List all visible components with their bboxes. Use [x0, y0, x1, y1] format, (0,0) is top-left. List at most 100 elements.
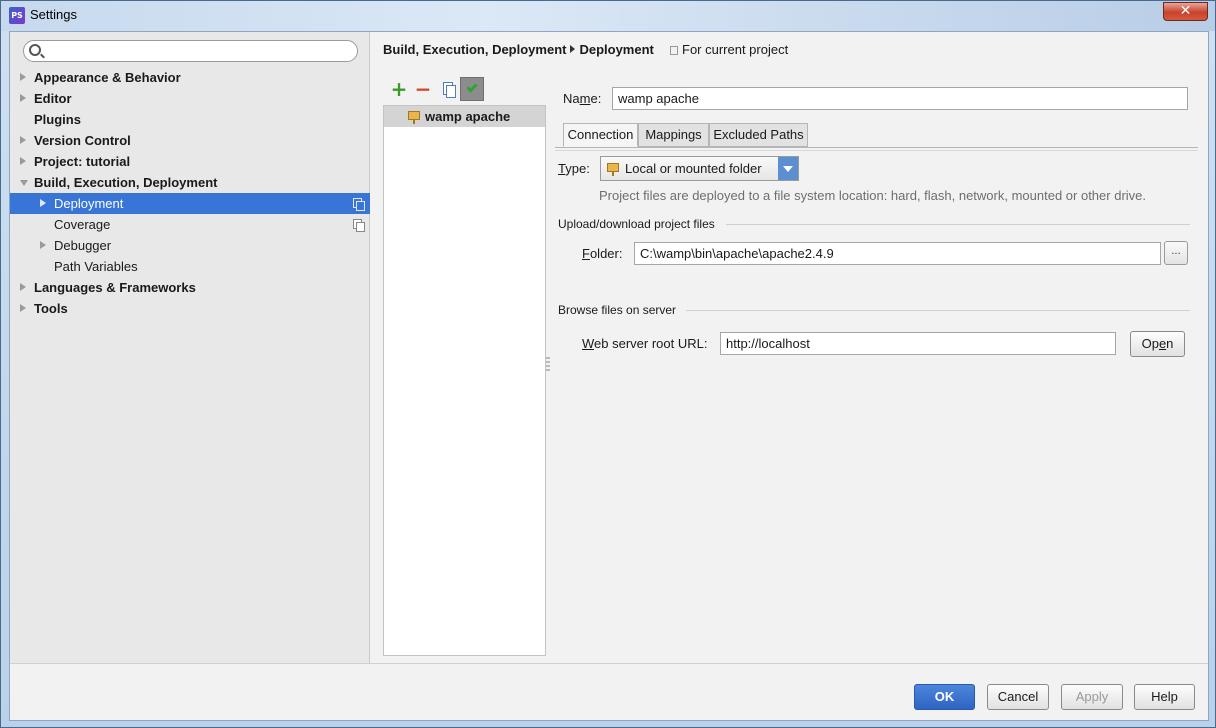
- project-scope-icon: [353, 198, 365, 211]
- footer-divider: [10, 663, 1208, 664]
- breadcrumb-current: Deployment: [579, 42, 654, 57]
- sidebar-item-label: Deployment: [54, 196, 124, 211]
- sidebar-item-label: Build, Execution, Deployment: [34, 175, 218, 190]
- settings-tree: Appearance & Behavior Editor Plugins Versio…: [10, 67, 370, 319]
- dialog-client-area: Appearance & Behavior Editor Plugins Versio…: [9, 31, 1209, 721]
- sidebar-item-label: Tools: [34, 301, 68, 316]
- chevron-right-icon[interactable]: [20, 157, 26, 165]
- sidebar-item-languages-frameworks[interactable]: Languages & Frameworks: [10, 277, 370, 298]
- sidebar-item-version-control[interactable]: Version Control: [10, 130, 370, 151]
- web-server-url-label: Web server root URL:: [582, 336, 707, 351]
- breadcrumb-parent[interactable]: Build, Execution, Deployment: [383, 42, 566, 57]
- chevron-right-icon[interactable]: [20, 73, 26, 81]
- sidebar-item-plugins[interactable]: Plugins: [10, 109, 370, 130]
- settings-window: PS Settings ✕ Appearance & Behavior Edito…: [0, 0, 1216, 728]
- sidebar-item-label: Debugger: [54, 238, 112, 253]
- folder-label-mnemonic: F: [582, 246, 590, 261]
- sidebar-item-path-variables[interactable]: Path Variables: [10, 256, 370, 277]
- type-label: Type:: [558, 161, 590, 176]
- browse-folder-button[interactable]: ...: [1164, 241, 1188, 265]
- tab-excluded-paths[interactable]: Excluded Paths: [709, 123, 808, 147]
- copy-icon-back: [446, 85, 456, 98]
- apply-button[interactable]: Apply: [1061, 684, 1123, 710]
- type-dropdown[interactable]: Local or mounted folder: [600, 156, 799, 181]
- copy-server-button[interactable]: [438, 78, 460, 100]
- chevron-right-icon[interactable]: [40, 241, 46, 249]
- web-server-url-input[interactable]: http://localhost: [720, 332, 1116, 355]
- sidebar-item-editor[interactable]: Editor: [10, 88, 370, 109]
- folder-server-icon: [408, 111, 420, 124]
- type-label-text: ype:: [565, 161, 590, 176]
- section-divider: [726, 224, 1190, 225]
- tab-mappings[interactable]: Mappings: [638, 123, 709, 147]
- title-bar[interactable]: PS Settings ✕: [1, 1, 1215, 31]
- chevron-down-icon[interactable]: [20, 180, 28, 186]
- name-label-mnemonic: m: [579, 91, 591, 106]
- sidebar-item-build-execution-deployment[interactable]: Build, Execution, Deployment: [10, 172, 370, 193]
- section-divider: [686, 310, 1190, 311]
- open-label: Op: [1141, 336, 1159, 351]
- sidebar-item-deployment[interactable]: Deployment: [10, 193, 370, 214]
- type-selected-value: Local or mounted folder: [625, 161, 762, 176]
- ok-button[interactable]: OK: [914, 684, 975, 710]
- sidebar-item-appearance-behavior[interactable]: Appearance & Behavior: [10, 67, 370, 88]
- tab-connection[interactable]: Connection: [563, 123, 638, 147]
- add-server-button[interactable]: +: [388, 78, 410, 100]
- scope-indicator: For current project: [670, 42, 788, 57]
- server-name: wamp apache: [425, 109, 511, 124]
- breadcrumb-arrow-icon: [570, 45, 576, 53]
- scope-label: For current project: [682, 42, 789, 57]
- window-title: Settings: [30, 7, 77, 22]
- sidebar-item-label: Editor: [34, 91, 72, 106]
- name-label-text: Na: [563, 91, 580, 106]
- url-label-text: eb server root URL:: [594, 336, 708, 351]
- project-scope-icon: [670, 46, 678, 55]
- chevron-right-icon[interactable]: [20, 304, 26, 312]
- server-list-item[interactable]: wamp apache: [384, 106, 545, 127]
- settings-search-field[interactable]: [23, 40, 358, 62]
- sidebar-item-debugger[interactable]: Debugger: [10, 235, 370, 256]
- chevron-right-icon[interactable]: [20, 283, 26, 291]
- folder-label: Folder:: [582, 246, 622, 261]
- chevron-right-icon[interactable]: [40, 199, 46, 207]
- open-label-end: n: [1166, 336, 1174, 351]
- use-as-default-button[interactable]: [460, 77, 484, 101]
- sidebar-item-project-tutorial[interactable]: Project: tutorial: [10, 151, 370, 172]
- help-button[interactable]: Help: [1134, 684, 1195, 710]
- sidebar-item-label: Project: tutorial: [34, 154, 131, 169]
- name-input[interactable]: wamp apache: [612, 87, 1188, 110]
- url-label-mnemonic: W: [582, 336, 595, 351]
- chevron-down-icon[interactable]: [778, 157, 798, 180]
- folder-label-text: older:: [589, 246, 623, 261]
- sidebar-item-tools[interactable]: Tools: [10, 298, 370, 319]
- window-close-button[interactable]: ✕: [1163, 2, 1208, 21]
- sidebar-item-label: Path Variables: [54, 259, 138, 274]
- folder-icon: [607, 163, 619, 176]
- chevron-right-icon[interactable]: [20, 136, 26, 144]
- remove-server-button[interactable]: −: [412, 78, 434, 100]
- upload-section-title: Upload/download project files: [558, 217, 715, 231]
- sidebar-item-label: Languages & Frameworks: [34, 280, 196, 295]
- deployment-server-list: wamp apache: [383, 105, 546, 656]
- tab-divider-shadow: [555, 150, 1198, 151]
- open-url-button[interactable]: Open: [1130, 331, 1185, 357]
- sidebar-item-label: Appearance & Behavior: [34, 70, 181, 85]
- name-label: Name:: [563, 91, 601, 106]
- type-hint-text: Project files are deployed to a file sys…: [599, 188, 1146, 203]
- settings-sidebar: Appearance & Behavior Editor Plugins Versio…: [10, 32, 370, 663]
- folder-input[interactable]: C:\wamp\bin\apache\apache2.4.9: [634, 242, 1161, 265]
- name-label-text-end: e:: [590, 91, 602, 106]
- sidebar-item-label: Version Control: [34, 133, 131, 148]
- sidebar-item-label: Coverage: [54, 217, 111, 232]
- sidebar-item-label: Plugins: [34, 112, 81, 127]
- phpstorm-app-icon: PS: [9, 7, 25, 24]
- checkmark-icon: [466, 81, 478, 93]
- splitter-handle[interactable]: [546, 357, 550, 373]
- browse-section-title: Browse files on server: [558, 303, 677, 317]
- project-scope-icon: [353, 219, 365, 232]
- breadcrumb: Build, Execution, Deployment Deployment: [383, 42, 654, 57]
- search-icon: [29, 44, 41, 56]
- cancel-button[interactable]: Cancel: [987, 684, 1049, 710]
- sidebar-item-coverage[interactable]: Coverage: [10, 214, 370, 235]
- chevron-right-icon[interactable]: [20, 94, 26, 102]
